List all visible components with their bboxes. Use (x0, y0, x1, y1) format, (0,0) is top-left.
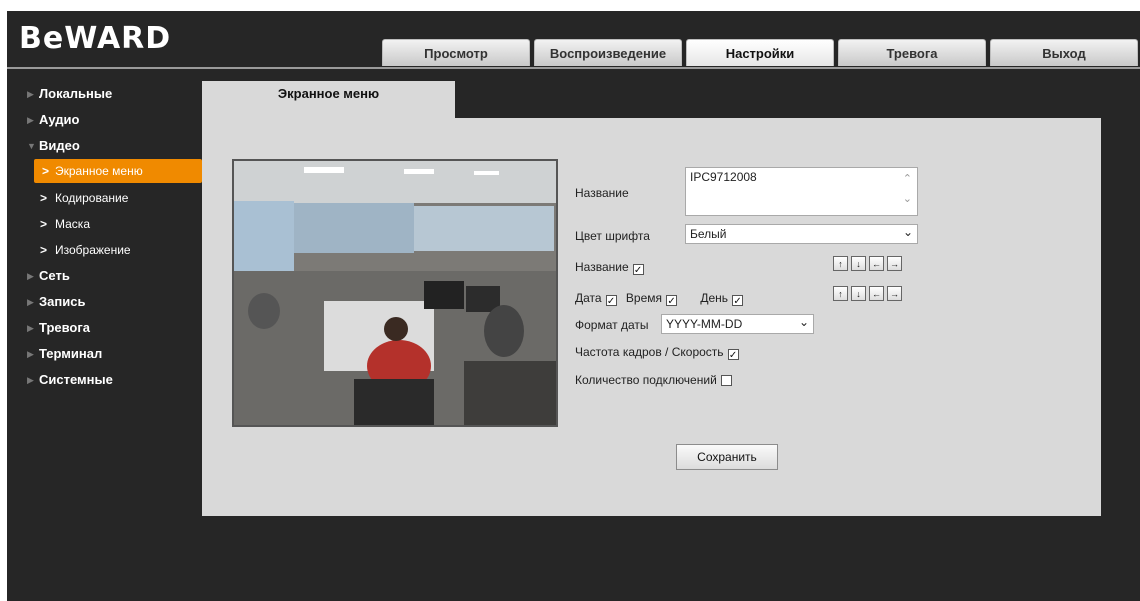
arrow-down-icon[interactable]: ↓ (851, 256, 866, 271)
sidebar-item-terminal[interactable]: ▶ Терминал (7, 341, 202, 367)
arrow-left-icon[interactable]: ← (869, 286, 884, 301)
sidebar-triangle-icon: ▶ (27, 115, 34, 125)
tab-divider (7, 67, 1140, 69)
arrow-left-icon[interactable]: ← (869, 256, 884, 271)
sidebar-triangle-icon: ▶ (27, 375, 34, 385)
arrow-right-icon[interactable]: → (887, 286, 902, 301)
fps-checkbox[interactable]: ✓ (727, 349, 739, 361)
name-show-checkbox[interactable]: ✓ (632, 264, 644, 276)
tab-alarm[interactable]: Тревога (838, 39, 986, 66)
sidebar-item-label: Маска (55, 217, 90, 231)
camera-preview (232, 159, 558, 427)
date-time-row: Дата ✓ Время ✓ День ✓ (575, 291, 744, 307)
sidebar-item-label: Системные (39, 372, 113, 387)
sidebar-item-alarm[interactable]: ▶ Тревога (7, 315, 202, 341)
scroll-down-icon[interactable]: ⌄ (903, 192, 912, 205)
sidebar-item-label: Изображение (55, 243, 131, 257)
date-checkbox[interactable]: ✓ (605, 295, 617, 307)
chevron-right-icon: > (40, 243, 48, 257)
chevron-down-icon: ⌄ (902, 225, 913, 239)
time-checkbox[interactable]: ✓ (666, 295, 678, 307)
sidebar-triangle-icon: ▶ (27, 89, 34, 99)
date-format-value: YYYY-MM-DD (666, 317, 743, 331)
chevron-right-icon: > (42, 164, 50, 178)
fps-row: Частота кадров / Скорость ✓ (575, 345, 739, 361)
datetime-position-arrows: ↑ ↓ ← → (833, 284, 905, 302)
sidebar-triangle-icon: ▶ (27, 297, 34, 307)
sidebar-item-label: Локальные (39, 86, 113, 101)
connections-row: Количество подключений (575, 373, 732, 387)
chevron-right-icon: > (40, 217, 48, 231)
day-label: День (700, 291, 729, 305)
app-frame: BeWARD Просмотр Воспроизведение Настройк… (7, 11, 1140, 601)
sidebar-item-label: Терминал (39, 346, 103, 361)
content-tab-osd[interactable]: Экранное меню (202, 81, 455, 118)
arrow-down-icon[interactable]: ↓ (851, 286, 866, 301)
sidebar-item-label: Тревога (39, 320, 91, 335)
sidebar-item-system[interactable]: ▶ Системные (7, 367, 202, 393)
tab-settings[interactable]: Настройки (686, 39, 834, 66)
sidebar-triangle-icon: ▶ (27, 271, 34, 281)
sidebar-item-mask[interactable]: > Маска (7, 211, 202, 237)
chevron-right-icon: > (40, 191, 48, 205)
sidebar-item-label: Аудио (39, 112, 80, 127)
tab-view[interactable]: Просмотр (382, 39, 530, 66)
sidebar-triangle-icon: ▶ (27, 349, 34, 359)
arrow-up-icon[interactable]: ↑ (833, 286, 848, 301)
sidebar-item-osd[interactable]: > Экранное меню (34, 159, 202, 183)
sidebar-item-encoding[interactable]: > Кодирование (7, 185, 202, 211)
tab-logout[interactable]: Выход (990, 39, 1138, 66)
date-label: Дата (575, 291, 602, 305)
tab-playback[interactable]: Воспроизведение (534, 39, 682, 66)
office-scene-image (234, 161, 556, 425)
sidebar-item-audio[interactable]: ▶ Аудио (7, 107, 202, 133)
sidebar-item-local[interactable]: ▶ Локальные (7, 81, 202, 107)
top-nav: Просмотр Воспроизведение Настройки Трево… (382, 39, 1140, 67)
day-checkbox[interactable]: ✓ (732, 295, 744, 307)
sidebar-item-label: Кодирование (55, 191, 129, 205)
chevron-down-icon: ⌄ (798, 315, 809, 329)
date-format-label: Формат даты (575, 318, 649, 332)
sidebar-item-image[interactable]: > Изображение (7, 237, 202, 263)
sidebar-item-video[interactable]: ▼ Видео (7, 133, 202, 159)
arrow-right-icon[interactable]: → (887, 256, 902, 271)
name-show-row: Название ✓ (575, 260, 644, 276)
sidebar-item-record[interactable]: ▶ Запись (7, 289, 202, 315)
sidebar-item-label: Видео (39, 138, 80, 153)
date-format-select[interactable]: YYYY-MM-DD ⌄ (661, 314, 814, 334)
sidebar: ▶ Локальные ▶ Аудио ▼ Видео > Экранное меню … (7, 81, 202, 393)
name-position-arrows: ↑ ↓ ← → (833, 254, 905, 272)
sidebar-item-label: Экранное меню (55, 164, 143, 178)
save-button[interactable]: Сохранить (676, 444, 778, 470)
name-label: Название (575, 186, 629, 200)
font-color-select[interactable]: Белый ⌄ (685, 224, 918, 244)
name-input[interactable]: IPC9712008 ⌃ ⌄ (685, 167, 918, 216)
font-color-value: Белый (690, 227, 727, 241)
sidebar-item-label: Запись (39, 294, 86, 309)
sidebar-item-label: Сеть (39, 268, 70, 283)
sidebar-triangle-icon: ▶ (27, 323, 34, 333)
name-show-label: Название (575, 260, 629, 274)
sidebar-item-network[interactable]: ▶ Сеть (7, 263, 202, 289)
connections-checkbox[interactable] (720, 375, 732, 386)
scroll-up-icon[interactable]: ⌃ (903, 172, 912, 185)
time-label: Время (625, 291, 663, 305)
font-color-label: Цвет шрифта (575, 229, 650, 243)
brand-logo: BeWARD (19, 21, 172, 56)
arrow-up-icon[interactable]: ↑ (833, 256, 848, 271)
fps-label: Частота кадров / Скорость (575, 345, 724, 359)
sidebar-triangle-down-icon: ▼ (27, 141, 36, 151)
name-input-value: IPC9712008 (690, 170, 757, 184)
connections-label: Количество подключений (575, 373, 717, 387)
